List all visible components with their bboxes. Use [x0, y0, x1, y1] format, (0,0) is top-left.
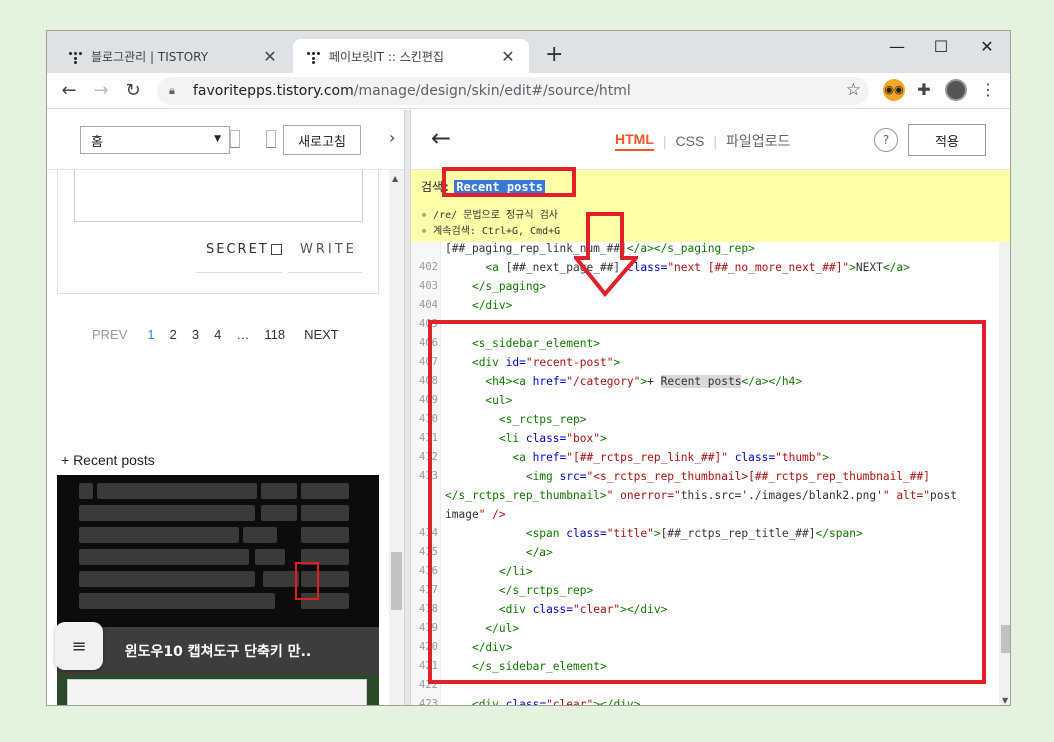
chevron-right-icon[interactable]: ›	[389, 128, 395, 147]
code-text: </div>	[471, 299, 513, 312]
line-number: 402	[419, 261, 438, 273]
page-select[interactable]: 홈 ▼	[80, 126, 230, 154]
tab-file-upload[interactable]: 파일업로드	[726, 131, 790, 151]
pagination-next[interactable]: NEXT	[304, 327, 339, 342]
divider	[196, 272, 282, 273]
line-number: 404	[419, 299, 438, 311]
annotation-box	[442, 167, 576, 197]
pagination-ellipsis: …	[236, 327, 250, 342]
minimize-button[interactable]: —	[885, 37, 909, 56]
secret-toggle[interactable]: SECRET	[206, 242, 282, 257]
comment-form: SECRET WRITE	[57, 170, 379, 294]
code-text: </s_paging>	[471, 280, 547, 293]
small-button[interactable]	[266, 130, 276, 148]
pagination-page[interactable]: 4	[214, 327, 221, 342]
editor-tabs: HTML | CSS | 파일업로드	[615, 131, 790, 151]
avatar-icon[interactable]	[945, 79, 967, 101]
code-scrollbar[interactable]: ▼	[999, 242, 1010, 705]
tab-blog-admin[interactable]: 블로그관리 | TISTORY ✕	[55, 39, 291, 73]
tab-title: 블로그관리 | TISTORY	[91, 49, 209, 64]
scroll-thumb[interactable]	[391, 552, 402, 610]
tistory-favicon-icon	[305, 48, 321, 64]
secret-checkbox[interactable]	[270, 244, 282, 255]
divider	[288, 272, 362, 273]
code-line[interactable]: 404 </div>	[411, 296, 999, 315]
maximize-button[interactable]: ☐	[929, 37, 953, 56]
menu-icon[interactable]: ≡	[55, 622, 103, 670]
tab-html[interactable]: HTML	[615, 131, 654, 151]
apply-button[interactable]: 적용	[908, 124, 986, 156]
tab-separator: |	[662, 133, 667, 149]
tab-separator: |	[713, 133, 717, 149]
pane-divider[interactable]	[404, 110, 411, 705]
tab-strip: 블로그관리 | TISTORY ✕ 페이보릿IT :: 스킨편집 ✕ + — ☐…	[47, 31, 1010, 73]
tab-title: 페이보릿IT :: 스킨편집	[329, 49, 444, 64]
pagination: PREV 1 2 3 4 … 118 NEXT	[57, 327, 379, 342]
tab-close-icon[interactable]: ✕	[261, 47, 279, 66]
small-button[interactable]	[230, 130, 240, 148]
pagination-prev[interactable]: PREV	[92, 327, 127, 342]
star-icon[interactable]: ☆	[846, 80, 861, 100]
code-text: <div class="clear"></div>	[471, 698, 641, 706]
write-button[interactable]: WRITE	[300, 242, 357, 257]
code-line[interactable]: [##_paging_rep_link_num_##]</a></s_pagin…	[411, 242, 999, 258]
recent-posts-heading[interactable]: + Recent posts	[61, 452, 155, 468]
refresh-button[interactable]: 새로고침	[283, 125, 361, 155]
new-tab-button[interactable]: +	[545, 42, 563, 68]
puzzle-icon[interactable]: ✚	[913, 79, 935, 101]
browser-toolbar: ← → ↻ 🔒︎ favoritepps.tistory.com/manage/…	[47, 73, 1010, 109]
address-bar[interactable]: 🔒︎ favoritepps.tistory.com/manage/design…	[157, 77, 869, 105]
editor-header: ← HTML | CSS | 파일업로드 ? 적용	[411, 110, 1010, 170]
tab-skin-edit[interactable]: 페이보릿IT :: 스킨편집 ✕	[293, 39, 529, 73]
tab-css[interactable]: CSS	[676, 133, 705, 149]
lock-icon: 🔒︎	[169, 84, 175, 97]
pagination-page[interactable]: 3	[192, 327, 199, 342]
line-number: 403	[419, 280, 438, 292]
down-arrow-icon	[574, 212, 638, 298]
post-thumbnail[interactable]	[57, 675, 379, 705]
scroll-thumb[interactable]	[1001, 625, 1010, 653]
pagination-page[interactable]: 118	[264, 327, 285, 342]
help-icon[interactable]: ?	[874, 128, 898, 152]
owl-extension-icon[interactable]: ◉◉	[883, 79, 905, 101]
back-icon[interactable]: ←	[57, 77, 81, 105]
annotation-box	[428, 320, 986, 684]
url-path: /manage/design/skin/edit#/source/html	[353, 83, 631, 99]
preview-scrollbar[interactable]: ▲	[389, 170, 404, 705]
kebab-menu-icon[interactable]: ⋮	[977, 79, 999, 101]
comment-textarea[interactable]	[74, 170, 363, 222]
code-text: <a [##_next_page_##] class="next [##_no_…	[485, 261, 910, 274]
close-window-button[interactable]: ✕	[975, 37, 999, 56]
tab-close-icon[interactable]: ✕	[499, 47, 517, 66]
search-hint: /re/ 문법으로 정규식 검사	[421, 206, 558, 221]
back-arrow-icon[interactable]: ←	[431, 124, 451, 152]
secret-label: SECRET	[206, 242, 269, 257]
search-hint: 계속검색: Ctrl+G, Cmd+G	[421, 222, 560, 237]
post-title[interactable]: 윈도우10 캡쳐도구 단축키 만..	[57, 627, 379, 675]
preview-toolbar: 홈 ▼ 새로고침 ›	[47, 110, 404, 170]
pagination-page[interactable]: 2	[170, 327, 177, 342]
reload-icon[interactable]: ↻	[121, 77, 145, 105]
page-select-value: 홈	[91, 134, 103, 150]
code-line[interactable]: 423 <div class="clear"></div>	[411, 695, 999, 706]
highlight-box	[295, 562, 319, 600]
url-host: favoritepps.tistory.com	[193, 83, 354, 99]
code-line[interactable]: 402 <a [##_next_page_##] class="next [##…	[411, 258, 999, 277]
caret-down-icon: ▼	[214, 134, 221, 144]
line-number: 423	[419, 698, 438, 706]
tistory-favicon-icon	[67, 48, 83, 64]
code-line[interactable]: 403 </s_paging>	[411, 277, 999, 296]
scroll-up-icon[interactable]: ▲	[392, 174, 398, 183]
forward-icon[interactable]: →	[89, 77, 113, 105]
scroll-down-icon[interactable]: ▼	[1002, 696, 1008, 705]
pagination-page[interactable]: 1	[147, 327, 154, 342]
preview-pane: 홈 ▼ 새로고침 › SECRET WRITE PREV 1 2 3 4 … 1…	[47, 110, 404, 705]
post-thumbnail[interactable]	[57, 475, 379, 627]
